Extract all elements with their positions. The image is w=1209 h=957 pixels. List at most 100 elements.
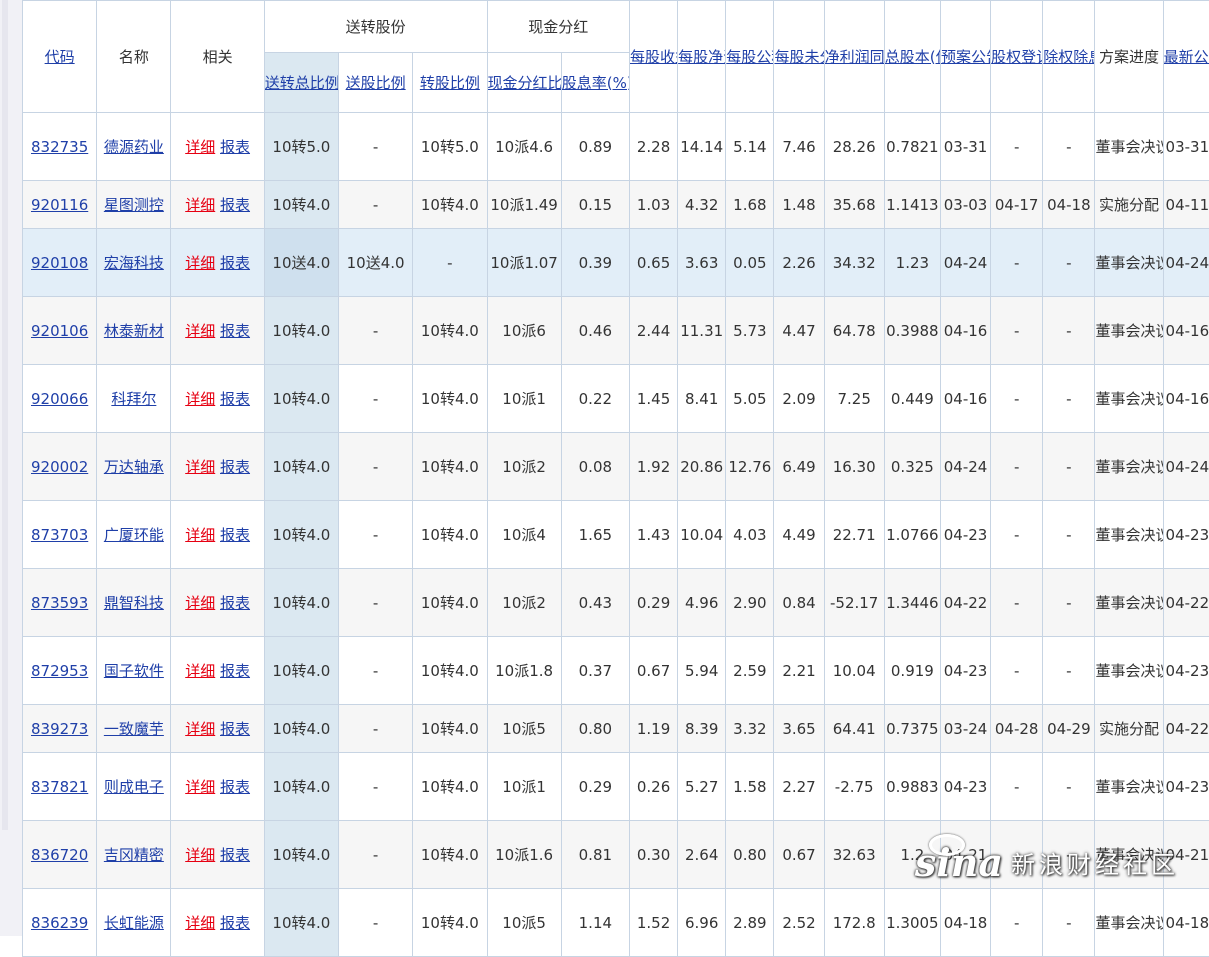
stock-code-link[interactable]: 837821	[31, 778, 88, 796]
sort-transfer-ratio-link[interactable]: 转股比例	[420, 74, 480, 92]
table-row[interactable]: 836239长虹能源详细 报表10转4.0-10转4.010派51.141.52…	[23, 889, 1209, 957]
report-link[interactable]: 报表	[220, 778, 250, 796]
sort-code-link[interactable]: 代码	[45, 48, 75, 66]
cell-code[interactable]: 836720	[23, 821, 97, 889]
table-row[interactable]: 920106林泰新材详细 报表10转4.0-10转4.010派60.462.44…	[23, 297, 1209, 365]
cell-related[interactable]: 详细 报表	[171, 433, 264, 501]
col-yield[interactable]: 股息率(%)	[561, 53, 629, 113]
stock-name-link[interactable]: 广厦环能	[104, 526, 164, 544]
report-link[interactable]: 报表	[220, 720, 250, 738]
col-total-shares[interactable]: 总股本(亿)	[884, 1, 940, 113]
cell-code[interactable]: 837821	[23, 753, 97, 821]
stock-name-link[interactable]: 林泰新材	[104, 322, 164, 340]
detail-link[interactable]: 详细	[185, 138, 215, 156]
table-row[interactable]: 872953国子软件详细 报表10转4.0-10转4.010派1.80.370.…	[23, 637, 1209, 705]
sort-eps-link[interactable]: 每股收益(元)	[630, 48, 678, 66]
stock-name-link[interactable]: 科拜尔	[111, 390, 156, 408]
detail-link[interactable]: 详细	[185, 458, 215, 476]
cell-related[interactable]: 详细 报表	[171, 297, 264, 365]
stock-code-link[interactable]: 920002	[31, 458, 88, 476]
detail-link[interactable]: 详细	[185, 846, 215, 864]
col-ex-date[interactable]: 除权除息日	[1043, 1, 1095, 113]
sort-total-shares-link[interactable]: 总股本(亿)	[885, 48, 941, 66]
detail-link[interactable]: 详细	[185, 322, 215, 340]
stock-code-link[interactable]: 836239	[31, 914, 88, 932]
cell-name[interactable]: 国子软件	[97, 637, 171, 705]
stock-code-link[interactable]: 920116	[31, 196, 88, 214]
detail-link[interactable]: 详细	[185, 720, 215, 738]
cell-name[interactable]: 星图测控	[97, 181, 171, 229]
table-row[interactable]: 836720吉冈精密详细 报表10转4.0-10转4.010派1.60.810.…	[23, 821, 1209, 889]
stock-name-link[interactable]: 德源药业	[104, 138, 164, 156]
detail-link[interactable]: 详细	[185, 778, 215, 796]
sort-total-ratio-link[interactable]: 送转总比例	[265, 74, 339, 92]
cell-related[interactable]: 详细 报表	[171, 889, 264, 957]
cell-related[interactable]: 详细 报表	[171, 181, 264, 229]
cell-related[interactable]: 详细 报表	[171, 753, 264, 821]
detail-link[interactable]: 详细	[185, 390, 215, 408]
stock-code-link[interactable]: 832735	[31, 138, 88, 156]
cell-related[interactable]: 详细 报表	[171, 821, 264, 889]
stock-name-link[interactable]: 国子软件	[104, 662, 164, 680]
report-link[interactable]: 报表	[220, 594, 250, 612]
col-latest-date[interactable]: 最新公告日期	[1163, 1, 1209, 113]
sort-yield-link[interactable]: 股息率(%)	[562, 74, 630, 92]
cell-name[interactable]: 一致魔芋	[97, 705, 171, 753]
sort-profit-growth-link[interactable]: 净利润同比增长(%)	[825, 48, 885, 66]
cell-code[interactable]: 920108	[23, 229, 97, 297]
table-row[interactable]: 920116星图测控详细 报表10转4.0-10转4.010派1.490.151…	[23, 181, 1209, 229]
cell-name[interactable]: 宏海科技	[97, 229, 171, 297]
col-undistributed[interactable]: 每股未分配利润(元)	[774, 1, 824, 113]
detail-link[interactable]: 详细	[185, 662, 215, 680]
cell-code[interactable]: 873703	[23, 501, 97, 569]
sort-ex-date-link[interactable]: 除权除息日	[1043, 48, 1095, 66]
report-link[interactable]: 报表	[220, 526, 250, 544]
col-total-ratio[interactable]: 送转总比例	[264, 53, 338, 113]
cell-code[interactable]: 920106	[23, 297, 97, 365]
report-link[interactable]: 报表	[220, 138, 250, 156]
sort-reserve-link[interactable]: 每股公积金(元)	[726, 48, 774, 66]
cell-name[interactable]: 吉冈精密	[97, 821, 171, 889]
cell-name[interactable]: 则成电子	[97, 753, 171, 821]
cell-code[interactable]: 836239	[23, 889, 97, 957]
cell-related[interactable]: 详细 报表	[171, 501, 264, 569]
report-link[interactable]: 报表	[220, 846, 250, 864]
report-link[interactable]: 报表	[220, 662, 250, 680]
report-link[interactable]: 报表	[220, 458, 250, 476]
stock-code-link[interactable]: 920106	[31, 322, 88, 340]
sort-cash-ratio-link[interactable]: 现金分红比例	[488, 74, 562, 92]
cell-name[interactable]: 德源药业	[97, 113, 171, 181]
sort-record-date-link[interactable]: 股权登记日	[991, 48, 1043, 66]
detail-link[interactable]: 详细	[185, 254, 215, 272]
report-link[interactable]: 报表	[220, 196, 250, 214]
table-row[interactable]: 920066科拜尔详细 报表10转4.0-10转4.010派10.221.458…	[23, 365, 1209, 433]
col-record-date[interactable]: 股权登记日	[991, 1, 1043, 113]
detail-link[interactable]: 详细	[185, 196, 215, 214]
cell-code[interactable]: 832735	[23, 113, 97, 181]
cell-code[interactable]: 873593	[23, 569, 97, 637]
detail-link[interactable]: 详细	[185, 526, 215, 544]
stock-code-link[interactable]: 836720	[31, 846, 88, 864]
table-row[interactable]: 873593鼎智科技详细 报表10转4.0-10转4.010派20.430.29…	[23, 569, 1209, 637]
table-row[interactable]: 832735德源药业详细 报表10转5.0-10转5.010派4.60.892.…	[23, 113, 1209, 181]
stock-name-link[interactable]: 长虹能源	[104, 914, 164, 932]
stock-name-link[interactable]: 万达轴承	[104, 458, 164, 476]
stock-name-link[interactable]: 星图测控	[104, 196, 164, 214]
report-link[interactable]: 报表	[220, 322, 250, 340]
cell-code[interactable]: 839273	[23, 705, 97, 753]
sort-bonus-ratio-link[interactable]: 送股比例	[346, 74, 406, 92]
cell-name[interactable]: 广厦环能	[97, 501, 171, 569]
stock-name-link[interactable]: 一致魔芋	[104, 720, 164, 738]
col-reserve[interactable]: 每股公积金(元)	[726, 1, 774, 113]
sort-latest-date-link[interactable]: 最新公告日期	[1164, 48, 1209, 66]
cell-code[interactable]: 920066	[23, 365, 97, 433]
stock-name-link[interactable]: 鼎智科技	[104, 594, 164, 612]
cell-code[interactable]: 872953	[23, 637, 97, 705]
sort-plan-date-link[interactable]: 预案公告日	[941, 48, 991, 66]
col-cash-ratio[interactable]: 现金分红比例	[487, 53, 561, 113]
col-code[interactable]: 代码	[23, 1, 97, 113]
col-plan-date[interactable]: 预案公告日	[940, 1, 990, 113]
table-row[interactable]: 873703广厦环能详细 报表10转4.0-10转4.010派41.651.43…	[23, 501, 1209, 569]
stock-code-link[interactable]: 839273	[31, 720, 88, 738]
detail-link[interactable]: 详细	[185, 594, 215, 612]
